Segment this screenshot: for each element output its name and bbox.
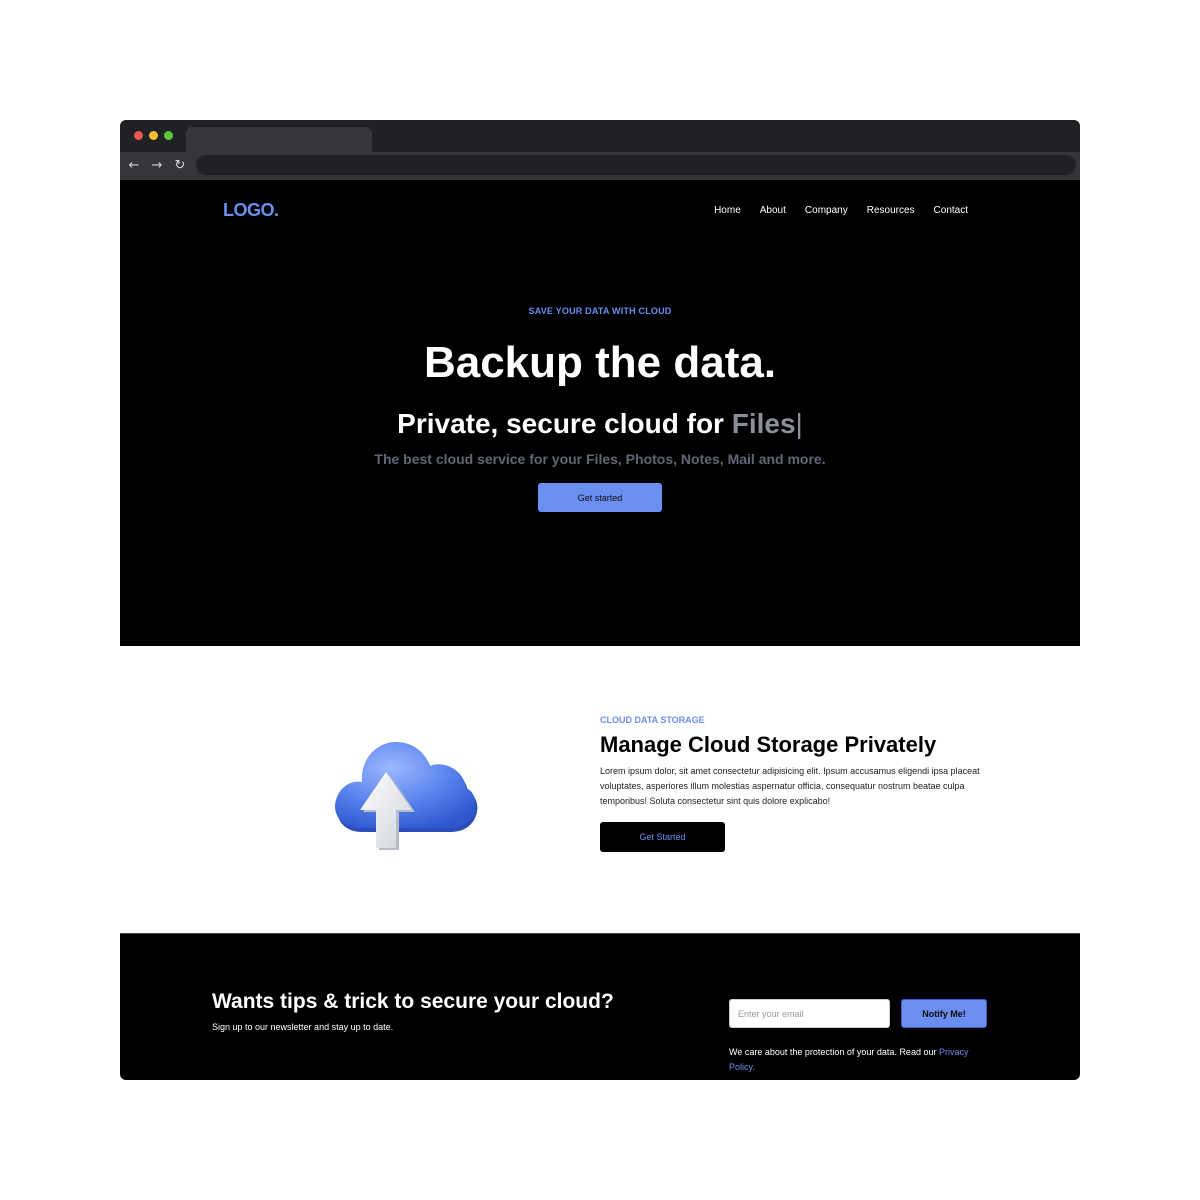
logo[interactable]: LOGO. [223, 200, 279, 221]
back-arrow-icon[interactable]: ← [126, 157, 142, 175]
hero-subtitle: Private, secure cloud for Files| [120, 408, 1080, 440]
main-nav: Home About Company Resources Contact [714, 205, 968, 216]
browser-tab[interactable] [186, 127, 372, 152]
notify-me-button[interactable]: Notify Me! [901, 999, 987, 1028]
reload-icon[interactable]: ↻ [172, 157, 188, 175]
nav-link-resources[interactable]: Resources [867, 205, 915, 216]
feature-eyebrow: CLOUD DATA STORAGE [600, 715, 705, 725]
feature-get-started-button[interactable]: Get Started [600, 822, 725, 852]
maximize-window-icon[interactable] [164, 131, 173, 140]
email-field[interactable] [729, 999, 890, 1028]
newsletter-subtitle: Sign up to our newsletter and stay up to… [212, 1022, 394, 1032]
get-started-button[interactable]: Get started [538, 483, 662, 512]
browser-window: ← → ↻ LOGO. Home About Company Resources… [120, 120, 1080, 1080]
nav-link-contact[interactable]: Contact [934, 205, 968, 216]
newsletter-section: Wants tips & trick to secure your cloud?… [120, 933, 1080, 1080]
privacy-text: We care about the protection of your dat… [729, 1047, 939, 1057]
hero-subtitle-prefix: Private, secure cloud for [397, 408, 732, 439]
hero-title: Backup the data. [423, 338, 777, 387]
browser-titlebar [120, 120, 1080, 152]
feature-title: Manage Cloud Storage Privately [600, 732, 937, 757]
hero-section: LOGO. Home About Company Resources Conta… [120, 180, 1080, 646]
nav-link-about[interactable]: About [760, 205, 786, 216]
hero-typed-word: Files [731, 408, 796, 439]
minimize-window-icon[interactable] [149, 131, 158, 140]
browser-toolbar: ← → ↻ [120, 152, 1080, 180]
address-bar[interactable] [196, 155, 1076, 175]
privacy-note: We care about the protection of your dat… [729, 1045, 979, 1075]
newsletter-title: Wants tips & trick to secure your cloud? [212, 990, 614, 1013]
nav-link-company[interactable]: Company [805, 205, 848, 216]
forward-arrow-icon[interactable]: → [149, 157, 165, 175]
hero-description: The best cloud service for your Files, P… [374, 451, 826, 467]
close-window-icon[interactable] [134, 131, 143, 140]
feature-text: Lorem ipsum dolor, sit amet consectetur … [600, 766, 980, 806]
nav-link-home[interactable]: Home [714, 205, 741, 216]
cloud-upload-icon [335, 742, 478, 850]
hero-eyebrow: SAVE YOUR DATA WITH CLOUD [528, 306, 672, 316]
typing-caret: | [795, 408, 803, 439]
